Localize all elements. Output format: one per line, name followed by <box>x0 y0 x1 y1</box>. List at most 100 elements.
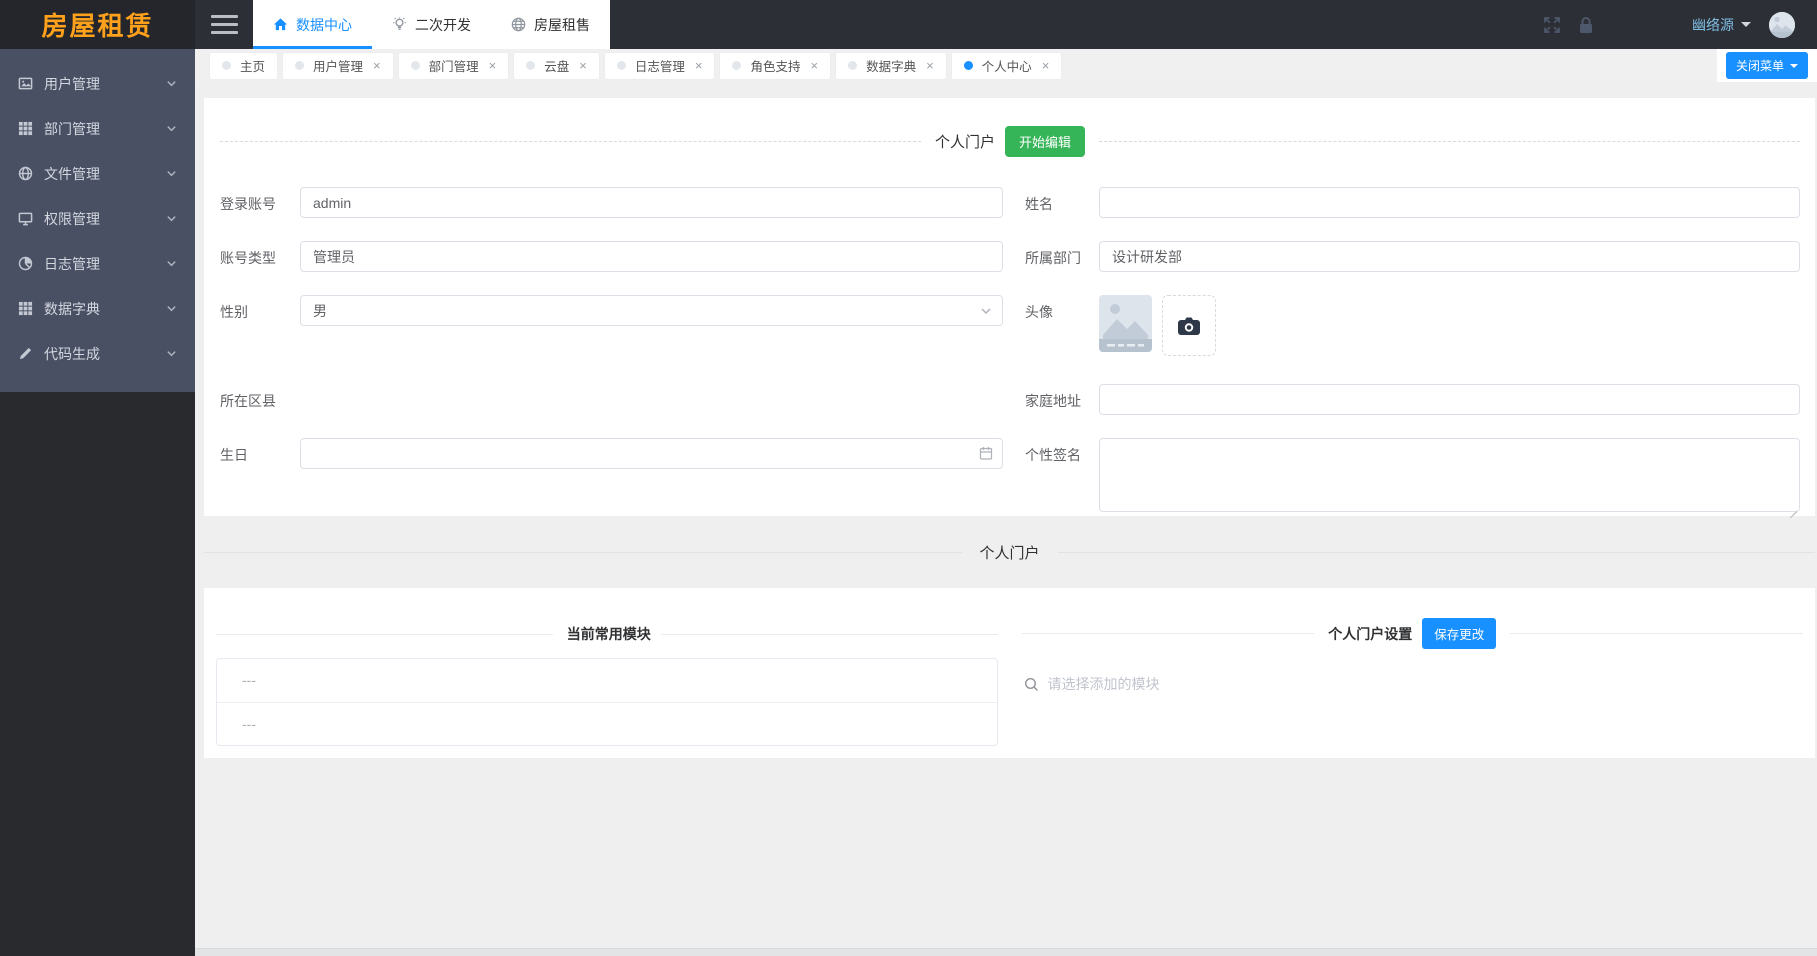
chevron-down-icon <box>166 348 177 359</box>
tab-dot <box>222 61 231 70</box>
portal-divider-title: 个人门户 <box>962 542 1058 563</box>
portal-settings-panel: 个人门户设置 保存更改 <box>1010 588 1816 758</box>
close-icon[interactable]: × <box>1042 59 1050 72</box>
avatar-upload-button[interactable] <box>1162 295 1216 356</box>
form-row: 登录账号 姓名 <box>220 187 1800 218</box>
chevron-down-icon <box>166 123 177 134</box>
avatar-label: 头像 <box>1025 295 1099 322</box>
tab-label: 个人中心 <box>982 56 1032 75</box>
horizontal-scrollbar[interactable] <box>195 948 1817 956</box>
monitor-icon <box>18 211 33 226</box>
module-list-item[interactable]: --- <box>217 702 997 745</box>
tab-home[interactable]: 主页 <box>210 53 277 79</box>
close-icon[interactable]: × <box>373 59 381 72</box>
tab-dot <box>295 61 304 70</box>
sidebar-item-permission-management[interactable]: 权限管理 <box>0 196 195 241</box>
username: 幽络源 <box>1692 15 1734 35</box>
current-modules-divider: 当前常用模块 <box>216 588 998 644</box>
close-icon[interactable]: × <box>579 59 587 72</box>
form-row: 账号类型 所属部门 <box>220 241 1800 272</box>
save-changes-button[interactable]: 保存更改 <box>1422 618 1496 649</box>
tab-dot <box>964 61 973 70</box>
profile-section-divider: 个人门户 开始编辑 <box>220 98 1800 157</box>
tab-strip: 主页 用户管理 × 部门管理 × 云盘 × 日志管理 × 角色支持 × <box>195 49 1817 82</box>
profile-section-title: 个人门户 <box>921 131 1005 152</box>
portal-divider: 个人门户 <box>204 542 1815 563</box>
divider-line <box>1510 633 1803 634</box>
top-header: 数据中心 二次开发 房屋租售 幽络源 <box>195 0 1817 49</box>
start-edit-button[interactable]: 开始编辑 <box>1005 126 1085 157</box>
chevron-down-icon <box>166 213 177 224</box>
sidebar-item-file-management[interactable]: 文件管理 <box>0 151 195 196</box>
tab-department-management[interactable]: 部门管理 × <box>399 53 509 79</box>
signature-textarea[interactable] <box>1099 438 1800 512</box>
portal-settings-title: 个人门户设置 <box>1314 624 1422 644</box>
nav-item-label: 数据中心 <box>296 15 352 35</box>
sidebar-item-label: 文件管理 <box>44 164 166 184</box>
lock-icon[interactable] <box>1576 15 1596 35</box>
tab-personal-center[interactable]: 个人中心 × <box>952 53 1062 79</box>
current-modules-title: 当前常用模块 <box>553 624 661 644</box>
sidebar-item-data-dictionary[interactable]: 数据字典 <box>0 286 195 331</box>
tab-dot <box>411 61 420 70</box>
home-address-label: 家庭地址 <box>1025 384 1099 411</box>
gender-select[interactable]: 男 <box>300 295 1003 326</box>
divider-line <box>661 634 998 635</box>
sidebar-item-label: 部门管理 <box>44 119 166 139</box>
tab-label: 用户管理 <box>313 56 363 75</box>
calendar-icon[interactable] <box>979 446 993 460</box>
tab-role-support[interactable]: 角色支持 × <box>720 53 830 79</box>
sidebar-item-department-management[interactable]: 部门管理 <box>0 106 195 151</box>
tab-dot <box>848 61 857 70</box>
user-menu[interactable]: 幽络源 <box>1692 15 1751 35</box>
module-search-input[interactable] <box>1048 676 1448 692</box>
account-type-input[interactable] <box>300 241 1003 272</box>
user-avatar[interactable] <box>1769 12 1795 38</box>
tab-log-management[interactable]: 日志管理 × <box>605 53 715 79</box>
nav-item-label: 房屋租售 <box>534 15 590 35</box>
close-icon[interactable]: × <box>489 59 497 72</box>
module-list: --- --- <box>216 658 998 746</box>
name-label: 姓名 <box>1025 187 1099 214</box>
tab-label: 日志管理 <box>635 56 685 75</box>
app-window: 房屋租赁 用户管理 部门管理 文件管理 权限管理 <box>0 0 1817 956</box>
nav-item-house-rental[interactable]: 房屋租售 <box>491 0 610 49</box>
tab-dot <box>526 61 535 70</box>
sidebar-item-label: 数据字典 <box>44 299 166 319</box>
home-address-input[interactable] <box>1099 384 1800 415</box>
tab-dot <box>732 61 741 70</box>
nav-item-secondary-dev[interactable]: 二次开发 <box>372 0 491 49</box>
avatar-image-placeholder[interactable] <box>1099 295 1152 352</box>
pie-icon <box>18 256 33 271</box>
module-list-item[interactable]: --- <box>217 659 997 702</box>
close-icon[interactable]: × <box>695 59 703 72</box>
hamburger-menu-icon[interactable] <box>195 0 253 49</box>
globe-icon <box>18 166 33 181</box>
chevron-down-icon <box>980 305 992 317</box>
tab-user-management[interactable]: 用户管理 × <box>283 53 393 79</box>
close-icon[interactable]: × <box>926 59 934 72</box>
birthday-input[interactable] <box>300 438 1003 469</box>
grid-icon <box>18 121 33 136</box>
module-search-row <box>1022 676 1804 692</box>
sidebar-item-log-management[interactable]: 日志管理 <box>0 241 195 286</box>
sidebar: 房屋租赁 用户管理 部门管理 文件管理 权限管理 <box>0 0 195 956</box>
department-input[interactable] <box>1099 241 1800 272</box>
main-content: 个人门户 开始编辑 登录账号 姓名 账号类型 所属部门 <box>195 82 1817 956</box>
chevron-down-icon <box>166 258 177 269</box>
name-input[interactable] <box>1099 187 1800 218</box>
gender-value: 男 <box>313 301 327 321</box>
tab-data-dictionary[interactable]: 数据字典 × <box>836 53 946 79</box>
fullscreen-icon[interactable] <box>1542 15 1562 35</box>
signature-label: 个性签名 <box>1025 438 1099 465</box>
form-row: 所在区县 家庭地址 <box>220 384 1800 415</box>
nav-item-data-center[interactable]: 数据中心 <box>253 0 372 49</box>
login-account-input[interactable] <box>300 187 1003 218</box>
tab-cloud-disk[interactable]: 云盘 × <box>514 53 599 79</box>
caret-down-icon <box>1790 64 1798 68</box>
close-menu-button[interactable]: 关闭菜单 <box>1726 52 1808 79</box>
sidebar-item-user-management[interactable]: 用户管理 <box>0 61 195 106</box>
close-icon[interactable]: × <box>810 59 818 72</box>
sidebar-item-code-generation[interactable]: 代码生成 <box>0 331 195 376</box>
district-label: 所在区县 <box>220 384 300 411</box>
